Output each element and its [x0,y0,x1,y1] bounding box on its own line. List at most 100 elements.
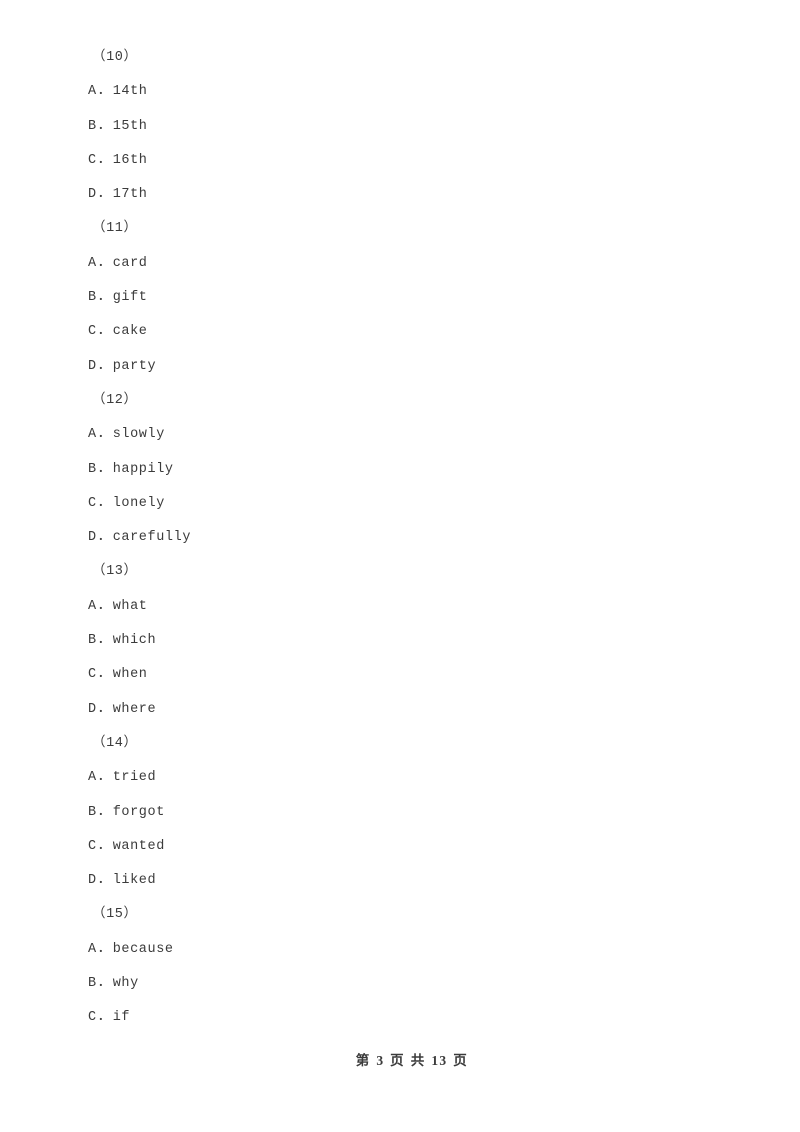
option-separator: ． [97,187,112,203]
option-letter: B [88,461,97,477]
option-text: 15th [112,118,148,134]
option-letter: A [88,427,97,443]
option-text: liked [112,873,157,889]
option-text: lonely [112,495,165,511]
option-letter: B [88,118,97,134]
document-page: （10） A．14th B．15th C．16th D．17th （11） A．card B．… [0,0,800,1132]
option-letter: D [88,358,97,374]
option-separator: ． [97,152,112,168]
option-separator: ． [97,873,112,889]
option-letter: C [88,495,97,511]
option-letter: D [88,701,97,717]
answer-option[interactable]: D．liked [0,864,800,898]
option-text: card [112,255,148,271]
option-letter: A [88,84,97,100]
option-separator: ． [97,804,112,820]
option-text: party [112,358,157,374]
option-text: if [112,1010,131,1026]
option-separator: ． [97,701,112,717]
option-letter: A [88,255,97,271]
option-text: slowly [112,427,165,443]
option-text: because [112,941,174,957]
question-number: （15） [92,907,138,923]
option-separator: ． [97,598,112,614]
option-text: carefully [112,530,192,546]
option-letter: B [88,633,97,649]
answer-option[interactable]: B．15th [0,110,800,144]
option-letter: D [88,187,97,203]
option-separator: ． [97,667,112,683]
answer-option[interactable]: B．forgot [0,796,800,830]
option-separator: ． [97,976,112,992]
answer-option[interactable]: B．which [0,624,800,658]
option-letter: C [88,152,97,168]
option-separator: ． [97,1010,112,1026]
option-letter: C [88,1010,97,1026]
answer-option[interactable]: A．what [0,590,800,624]
question-block: （11） A．card B．gift C．cake D．party [0,212,800,383]
option-text: what [112,598,148,614]
option-text: forgot [112,804,165,820]
option-text: wanted [112,838,165,854]
answer-option[interactable]: B．why [0,967,800,1001]
option-separator: ． [97,461,112,477]
question-list: （10） A．14th B．15th C．16th D．17th （11） A．card B．… [0,41,800,1036]
option-separator: ． [97,427,112,443]
question-block: （15） A．because B．why C．if [0,898,800,1035]
answer-option[interactable]: D．party [0,350,800,384]
option-text: when [112,667,148,683]
option-letter: A [88,941,97,957]
answer-option[interactable]: C．wanted [0,830,800,864]
option-separator: ． [97,770,112,786]
question-number: （13） [92,564,138,580]
option-letter: B [88,976,97,992]
answer-option[interactable]: D．17th [0,178,800,212]
question-block: （12） A．slowly B．happily C．lonely D．carefully [0,384,800,555]
question-block: （10） A．14th B．15th C．16th D．17th [0,41,800,212]
footer-suffix-label: 页 [453,1053,468,1069]
option-separator: ． [97,495,112,511]
answer-option[interactable]: C．if [0,1001,800,1035]
page-footer: 第 3 页 共 13 页 [0,1033,800,1085]
answer-option[interactable]: A．tried [0,761,800,795]
option-text: gift [112,290,148,306]
answer-option[interactable]: C．16th [0,144,800,178]
option-text: 17th [112,187,148,203]
option-separator: ． [97,633,112,649]
answer-option[interactable]: D．where [0,693,800,727]
answer-option[interactable]: B．happily [0,453,800,487]
footer-total-pages: 13 [431,1053,448,1068]
footer-middle-label: 页 共 [390,1053,426,1069]
option-text: where [112,701,157,717]
option-letter: D [88,873,97,889]
option-separator: ． [97,324,112,340]
option-letter: D [88,530,97,546]
answer-option[interactable]: C．lonely [0,487,800,521]
option-text: 14th [112,84,148,100]
option-separator: ． [97,290,112,306]
question-number: （11） [92,221,138,237]
question-block: （14） A．tried B．forgot C．wanted D．liked [0,727,800,898]
option-letter: B [88,804,97,820]
answer-option[interactable]: D．carefully [0,521,800,555]
option-text: tried [112,770,157,786]
option-separator: ． [97,941,112,957]
answer-option[interactable]: A．slowly [0,418,800,452]
option-text: why [112,976,139,992]
option-letter: A [88,598,97,614]
answer-option[interactable]: A．because [0,933,800,967]
answer-option[interactable]: A．card [0,247,800,281]
question-block: （13） A．what B．which C．when D．where [0,555,800,726]
answer-option[interactable]: B．gift [0,281,800,315]
question-number: （10） [92,50,138,65]
question-number: （14） [92,735,138,751]
answer-option[interactable]: C．when [0,658,800,692]
answer-option[interactable]: C．cake [0,315,800,349]
option-separator: ． [97,530,112,546]
option-separator: ． [97,84,112,100]
option-separator: ． [97,118,112,134]
answer-option[interactable]: A．14th [0,75,800,109]
footer-prefix-label: 第 [355,1053,371,1069]
option-letter: A [88,770,97,786]
option-separator: ． [97,838,112,854]
